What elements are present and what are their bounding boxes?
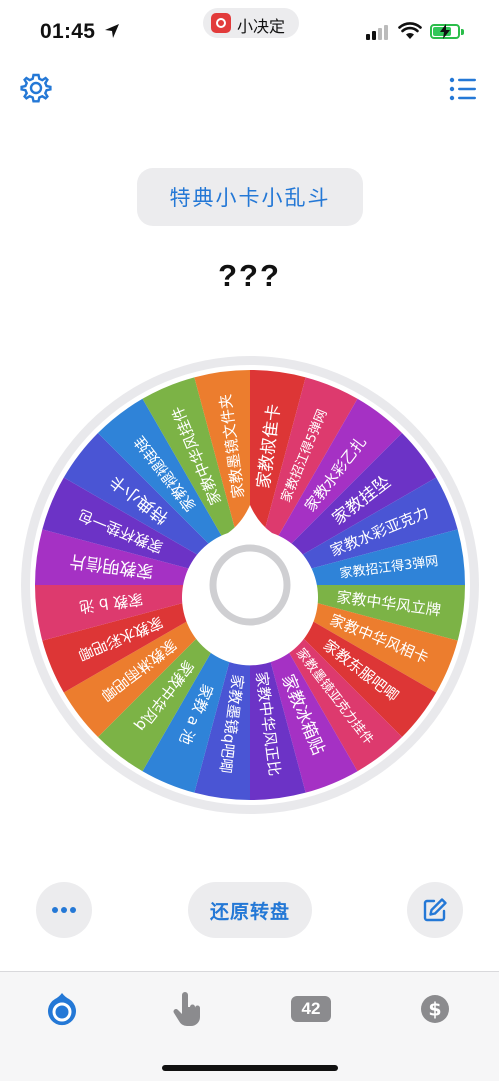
app-icon bbox=[211, 13, 231, 33]
tap-hand-icon bbox=[173, 992, 200, 1026]
spin-wheel[interactable]: 家教叔隹卡 家教招江得5弹网 家教水彩乙扎 家教挂坠 家教水彩亚克力 家教招江得3弹网 家教… bbox=[20, 355, 480, 815]
reset-wheel-button[interactable]: 还原转盘 bbox=[188, 882, 312, 938]
wheel-icon bbox=[48, 993, 76, 1026]
edit-icon bbox=[423, 898, 447, 922]
tab-tap[interactable] bbox=[162, 984, 212, 1034]
list-button[interactable] bbox=[446, 74, 480, 104]
wheel-graphic[interactable]: 家教叔隹卡家教招江得5弹网家教水彩乙扎家教挂坠家教水彩亚克力家教招江得3弹网家教… bbox=[20, 355, 480, 815]
number-badge-icon: 42 bbox=[291, 996, 331, 1022]
app-indicator-pill[interactable]: 小决定 bbox=[203, 8, 299, 38]
dollar-icon: $ bbox=[421, 995, 449, 1023]
status-bar: 01:45 小决定 bbox=[0, 0, 499, 62]
settings-button[interactable] bbox=[18, 70, 54, 106]
gear-icon bbox=[20, 73, 52, 103]
cellular-signal-icon bbox=[366, 25, 388, 40]
spin-result-text: ??? bbox=[218, 258, 281, 293]
tab-premium[interactable]: $ bbox=[410, 984, 460, 1034]
more-options-button[interactable] bbox=[36, 882, 92, 938]
location-arrow-icon bbox=[105, 24, 119, 38]
tab-number[interactable]: 42 bbox=[286, 984, 336, 1034]
status-time: 01:45 bbox=[40, 20, 96, 43]
list-icon bbox=[449, 77, 476, 101]
app-name: 小决定 bbox=[237, 17, 286, 36]
svg-text:$: $ bbox=[428, 999, 441, 1021]
wheel-title-button[interactable]: 特典小卡小乱斗 bbox=[137, 168, 363, 226]
tab-wheel[interactable] bbox=[37, 984, 87, 1034]
edit-button[interactable] bbox=[407, 882, 463, 938]
wifi-icon bbox=[398, 22, 422, 39]
charging-bolt-icon bbox=[440, 24, 450, 39]
ellipsis-icon bbox=[52, 907, 76, 913]
home-indicator bbox=[162, 1065, 338, 1071]
